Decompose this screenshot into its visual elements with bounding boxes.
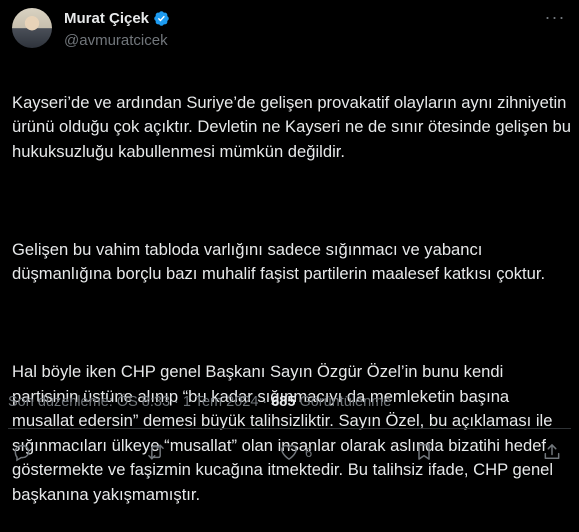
- bookmark-icon: [418, 444, 430, 460]
- views-count: 685: [271, 394, 296, 410]
- more-options-icon[interactable]: ···: [543, 8, 567, 30]
- like-button[interactable]: 6: [279, 442, 312, 462]
- action-bar: 6: [12, 442, 572, 466]
- author-name[interactable]: Murat Çiçek: [64, 10, 149, 27]
- verified-badge-icon: [154, 11, 169, 26]
- views-label: Görüntülenme: [299, 394, 392, 410]
- divider: [8, 428, 571, 429]
- bookmark-button[interactable]: [414, 442, 434, 462]
- reply-icon: [14, 445, 30, 462]
- tweet-paragraph-2: Gelişen bu vahim tabloda varlığını sadec…: [12, 239, 546, 284]
- retweet-icon: [148, 444, 164, 460]
- heart-icon: [281, 444, 297, 460]
- reply-button[interactable]: [12, 442, 38, 462]
- avatar[interactable]: [12, 8, 52, 48]
- tweet-meta: Son düzenleme: ÖS 8:33 · 1 Tem 2024 · 68…: [8, 394, 391, 410]
- like-count: 6: [305, 444, 313, 460]
- tweet-date[interactable]: 1 Tem 2024: [183, 394, 259, 410]
- share-button[interactable]: [542, 442, 562, 462]
- tweet-paragraph-3: Hal böyle iken CHP genel Başkanı Sayın Ö…: [12, 362, 554, 504]
- retweet-button[interactable]: [146, 442, 172, 462]
- tweet-header: Murat Çiçek @avmuratcicek ···: [12, 8, 567, 52]
- meta-separator: ·: [174, 394, 179, 410]
- share-icon: [544, 444, 560, 459]
- tweet-paragraph-1: Kayseri’de ve ardından Suriye’de gelişen…: [12, 92, 571, 161]
- edited-label[interactable]: Son düzenleme: ÖS 8:33: [8, 394, 170, 410]
- meta-separator: ·: [262, 394, 268, 410]
- author-handle[interactable]: @avmuratcicek: [64, 32, 168, 49]
- author-name-row: Murat Çiçek: [64, 10, 170, 27]
